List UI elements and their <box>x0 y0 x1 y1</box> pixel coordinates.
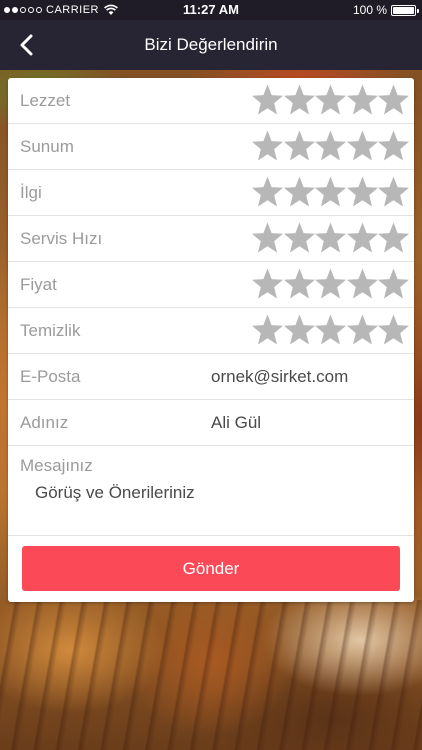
rating-row: Lezzet <box>8 78 414 124</box>
star-icon[interactable] <box>346 83 378 116</box>
star-icon[interactable] <box>252 175 283 208</box>
email-field[interactable] <box>211 354 406 400</box>
star-icon[interactable] <box>252 267 283 300</box>
star-icon[interactable] <box>315 175 346 208</box>
star-icon[interactable] <box>378 267 409 300</box>
star-rating <box>252 129 410 165</box>
star-rating <box>252 83 410 119</box>
name-label: Adınız <box>20 413 69 432</box>
status-right: 100 % <box>352 0 419 20</box>
star-rating <box>252 175 410 211</box>
star-icon[interactable] <box>346 313 378 346</box>
status-bar: CARRIER 11:27 AM 100 % <box>0 0 422 20</box>
star-icon[interactable] <box>346 129 378 162</box>
star-icon[interactable] <box>315 129 346 162</box>
star-icon[interactable] <box>283 175 315 208</box>
star-rating <box>252 267 410 303</box>
star-icon[interactable] <box>283 83 315 116</box>
star-icon[interactable] <box>283 267 315 300</box>
rating-label: İlgi <box>20 183 42 202</box>
rating-label: Lezzet <box>20 91 71 110</box>
star-icon[interactable] <box>378 175 409 208</box>
background-texture <box>0 600 422 750</box>
star-icon[interactable] <box>315 313 346 346</box>
rating-label: Sunum <box>20 137 74 156</box>
chevron-left-icon[interactable] <box>14 32 40 58</box>
rating-row: İlgi <box>8 170 414 216</box>
star-icon[interactable] <box>283 129 315 162</box>
star-rating <box>252 313 410 349</box>
rating-form-card: Lezzet Sunum İlgi Servis Hızı Fiyat Temizlik … <box>8 78 414 602</box>
star-icon[interactable] <box>252 313 283 346</box>
star-icon[interactable] <box>378 83 409 116</box>
star-icon[interactable] <box>252 83 283 116</box>
navigation-bar: Bizi Değerlendirin <box>0 20 422 70</box>
star-icon[interactable] <box>378 221 409 254</box>
rating-row: Temizlik <box>8 308 414 354</box>
star-icon[interactable] <box>252 129 283 162</box>
rating-label: Temizlik <box>20 321 81 340</box>
page-title: Bizi Değerlendirin <box>144 35 278 54</box>
rating-row: Servis Hızı <box>8 216 414 262</box>
star-icon[interactable] <box>346 221 378 254</box>
star-icon[interactable] <box>346 175 378 208</box>
star-icon[interactable] <box>378 313 409 346</box>
message-textarea[interactable] <box>35 482 395 532</box>
star-icon[interactable] <box>315 267 346 300</box>
submit-button[interactable]: Gönder <box>22 546 400 591</box>
star-icon[interactable] <box>283 221 315 254</box>
star-icon[interactable] <box>315 83 346 116</box>
rating-row: Fiyat <box>8 262 414 308</box>
star-icon[interactable] <box>283 313 315 346</box>
star-icon[interactable] <box>252 221 283 254</box>
battery-icon <box>391 4 419 16</box>
email-label: E-Posta <box>20 367 81 386</box>
name-row: Adınız <box>8 400 414 446</box>
star-icon[interactable] <box>378 129 409 162</box>
star-rating <box>252 221 410 257</box>
name-field[interactable] <box>211 400 406 446</box>
email-row: E-Posta <box>8 354 414 400</box>
rating-label: Fiyat <box>20 275 57 294</box>
battery-percent: 100 % <box>352 3 387 17</box>
battery-fill <box>393 6 414 14</box>
rating-row: Sunum <box>8 124 414 170</box>
star-icon[interactable] <box>315 221 346 254</box>
rating-label: Servis Hızı <box>20 229 103 248</box>
divider <box>8 535 414 536</box>
message-label: Mesajınız <box>20 456 93 475</box>
star-icon[interactable] <box>346 267 378 300</box>
